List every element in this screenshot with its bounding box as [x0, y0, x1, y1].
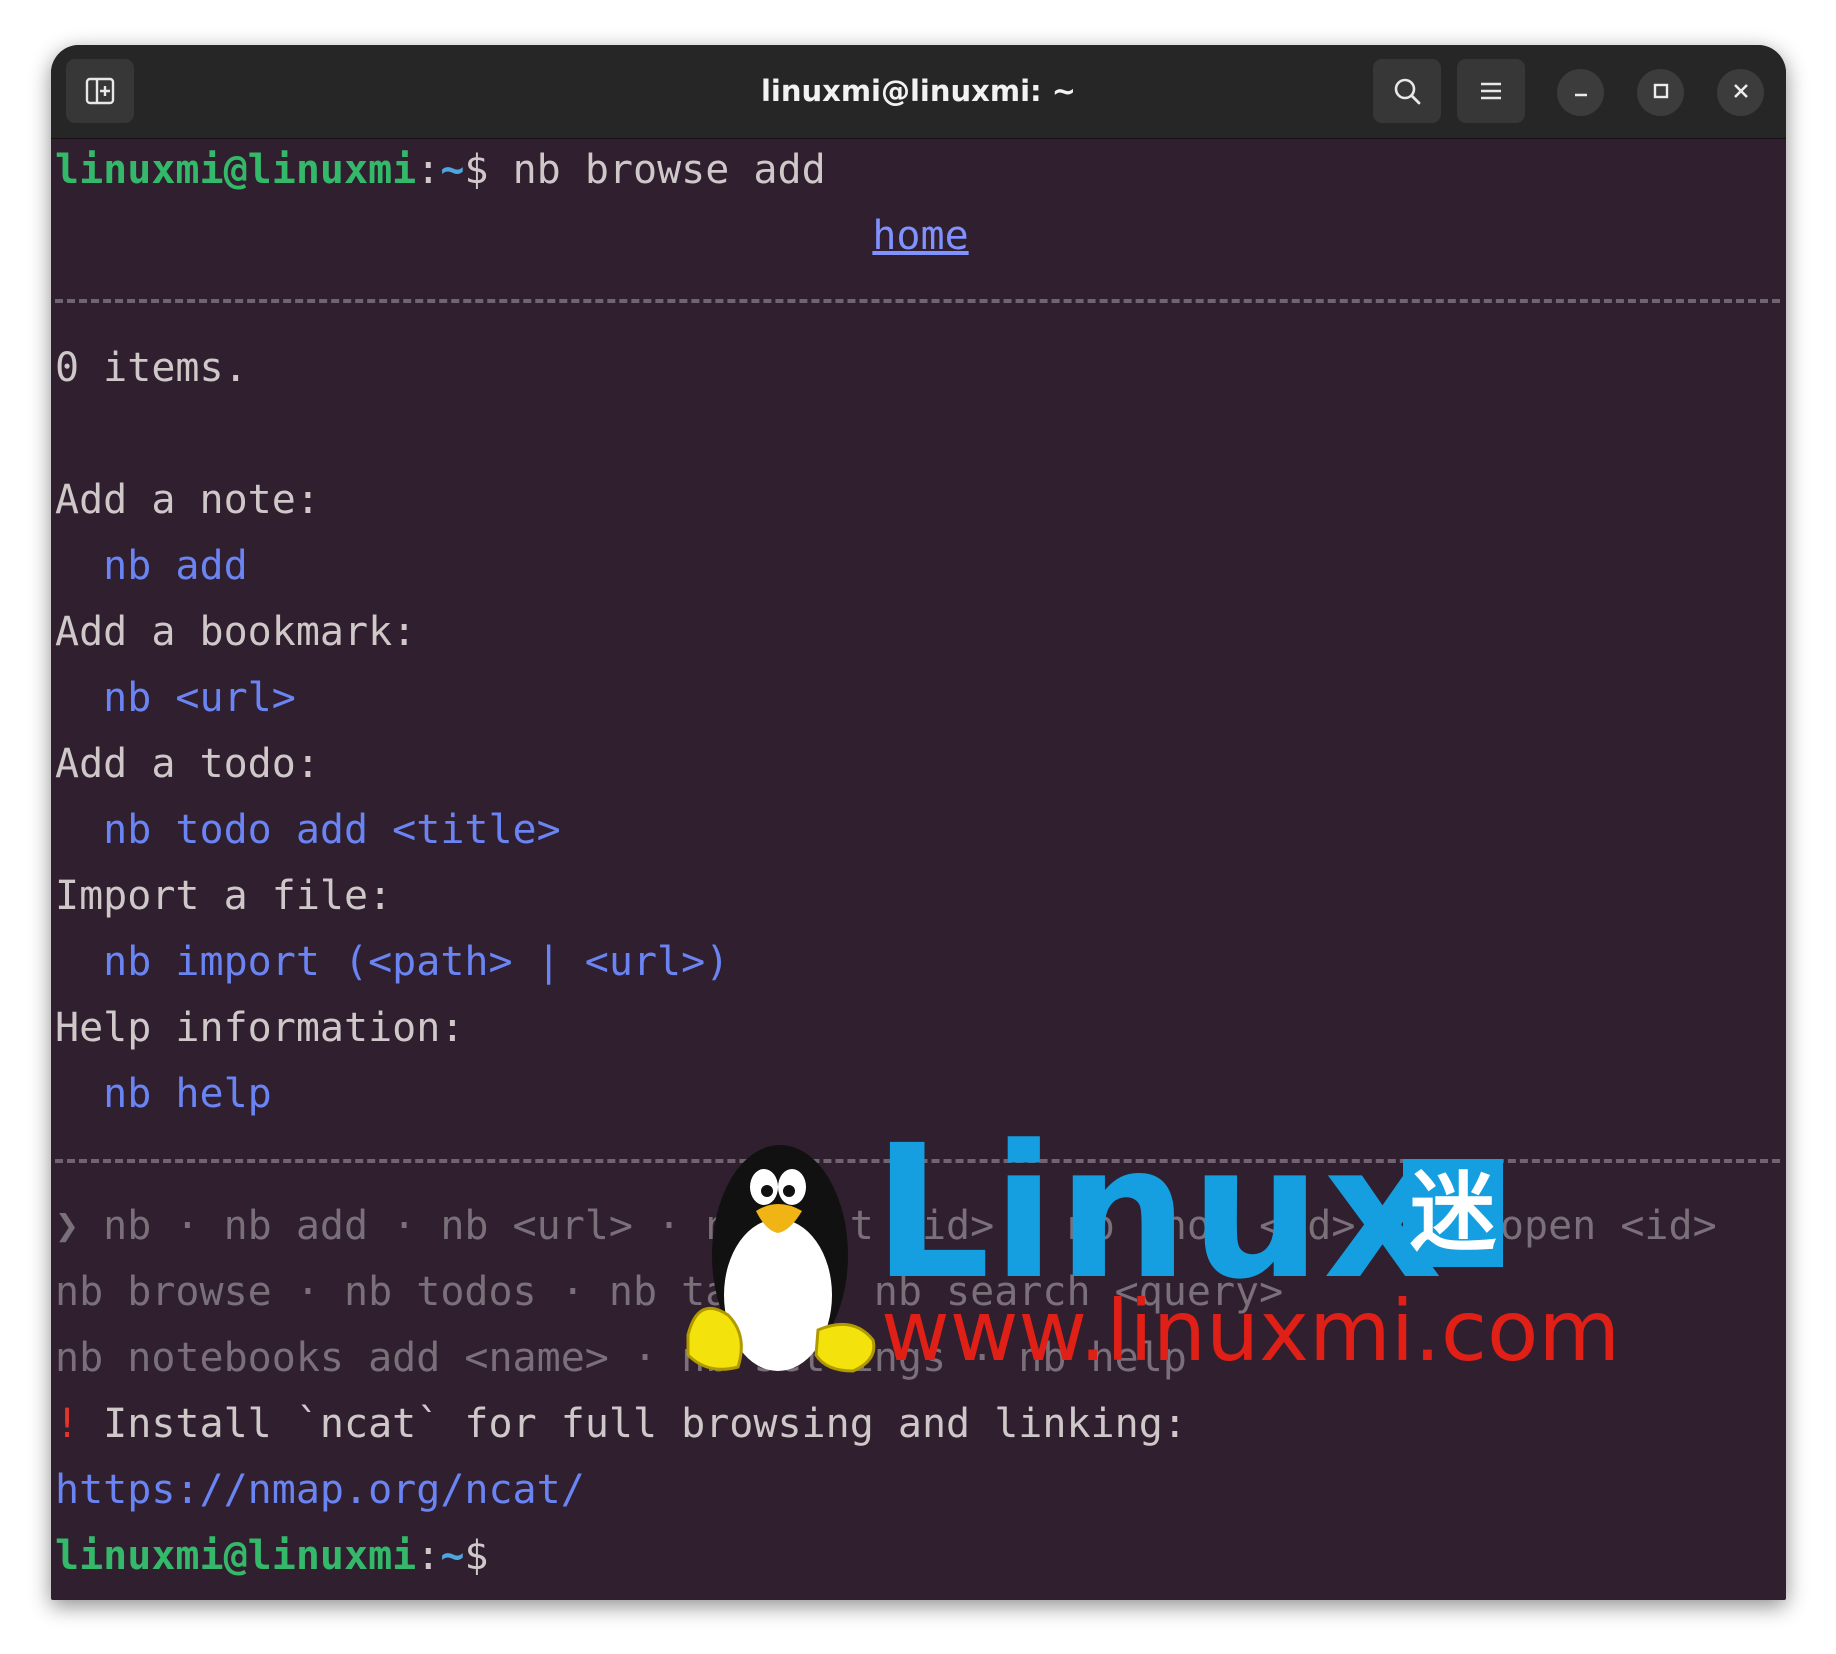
section-label-todo: Add a todo:	[55, 741, 320, 787]
section-label-import: Import a file:	[55, 873, 393, 919]
terminal-output[interactable]: linuxmi@linuxmi:~$ nb browse add home 0 …	[55, 137, 1786, 1600]
home-link[interactable]: home	[872, 213, 968, 259]
items-count: 0 items.	[55, 345, 248, 391]
close-icon	[1732, 82, 1750, 104]
prompt-symbol: $	[464, 1533, 489, 1579]
prompt-line: linuxmi@linuxmi:~$ nb browse add	[55, 137, 826, 203]
prompt-path: ~	[440, 147, 465, 193]
prompt-line-final: linuxmi@linuxmi:~$	[55, 1523, 489, 1589]
search-icon	[1392, 76, 1422, 106]
section-command-import: nb import (<path> | <url>)	[55, 939, 730, 985]
prompt-separator: :	[416, 1533, 441, 1579]
maximize-icon	[1652, 82, 1670, 104]
minimize-icon	[1572, 82, 1590, 104]
minimize-button[interactable]	[1557, 69, 1604, 116]
prompt-user: linuxmi@linuxmi	[55, 147, 417, 193]
terminal-window: linuxmi@linuxmi: ~ linuxmi@linuxmi:~$ nb…	[51, 45, 1786, 1600]
warning-line: ! Install `ncat` for full browsing and l…	[55, 1391, 1187, 1457]
footer-line-3: nb notebooks add <name> · nb settings · …	[55, 1335, 1187, 1381]
footer-line-1: ❯ nb · nb add · nb <url> · nb edit <id> …	[55, 1203, 1717, 1249]
divider-bottom	[55, 1159, 1780, 1167]
warning-mark: !	[55, 1401, 80, 1447]
section-label-help: Help information:	[55, 1005, 465, 1051]
section-label-bookmark: Add a bookmark:	[55, 609, 417, 655]
prompt-user: linuxmi@linuxmi	[55, 1533, 417, 1579]
warning-text: Install `ncat` for full browsing and lin…	[79, 1401, 1187, 1447]
prompt-path: ~	[440, 1533, 465, 1579]
section-command-todo: nb todo add <title>	[55, 807, 561, 853]
footer-line-2: nb browse · nb todos · nb tasks · nb sea…	[55, 1269, 1284, 1315]
hamburger-menu-icon	[1478, 80, 1504, 102]
section-command-note: nb add	[55, 543, 248, 589]
menu-button[interactable]	[1457, 59, 1525, 123]
window-title: linuxmi@linuxmi: ~	[760, 74, 1077, 108]
prompt-symbol: $	[464, 147, 489, 193]
title-bar: linuxmi@linuxmi: ~	[51, 45, 1786, 139]
prompt-separator: :	[416, 147, 441, 193]
search-button[interactable]	[1373, 59, 1441, 123]
section-command-bookmark: nb <url>	[55, 675, 296, 721]
ncat-url[interactable]: https://nmap.org/ncat/	[55, 1457, 585, 1523]
command-text: nb browse add	[488, 147, 826, 193]
header-line: home	[55, 203, 1786, 269]
section-label-note: Add a note:	[55, 477, 320, 523]
close-button[interactable]	[1717, 69, 1764, 116]
maximize-button[interactable]	[1637, 69, 1684, 116]
section-command-help: nb help	[55, 1071, 272, 1117]
divider-top	[55, 299, 1780, 307]
